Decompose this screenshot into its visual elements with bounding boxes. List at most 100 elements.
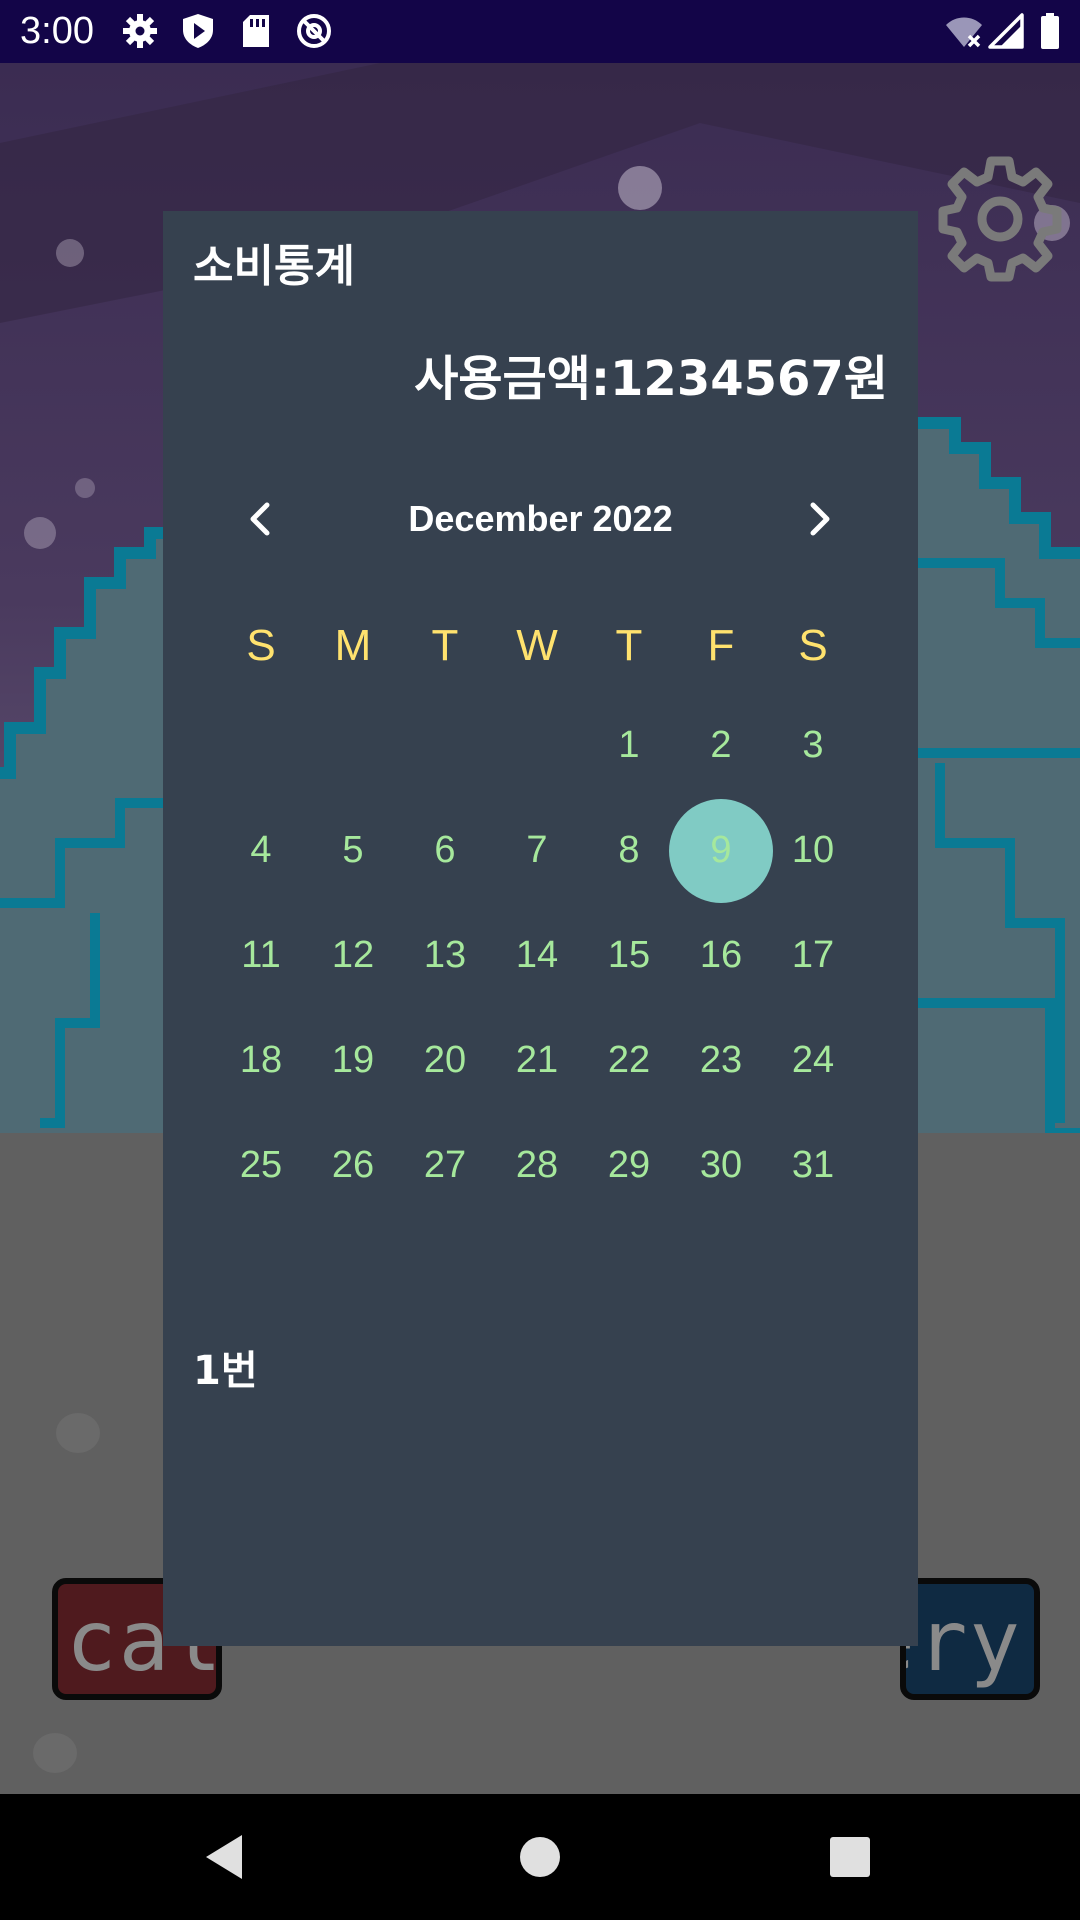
day-number: 1 xyxy=(618,724,640,766)
weekday-label: W xyxy=(516,621,558,670)
day-cell[interactable]: 31 xyxy=(767,1113,859,1218)
empty-day-cell xyxy=(491,693,583,798)
day-cell[interactable]: 2 xyxy=(675,693,767,798)
day-number: 11 xyxy=(241,934,281,976)
day-cell[interactable]: 18 xyxy=(215,1008,307,1113)
day-cell[interactable]: 10 xyxy=(767,798,859,903)
day-cell[interactable]: 29 xyxy=(583,1113,675,1218)
recents-button[interactable] xyxy=(820,1827,880,1887)
day-number: 22 xyxy=(607,1039,651,1081)
weekday-label: S xyxy=(798,621,828,670)
day-number: 18 xyxy=(239,1039,283,1081)
recents-square-icon xyxy=(830,1837,870,1877)
screen: 3:00 ca ry 소비통계 사용금액:1234567원 December 2… xyxy=(0,0,1080,1920)
day-cell[interactable]: 30 xyxy=(675,1113,767,1218)
weekday-label: F xyxy=(707,621,735,670)
back-button[interactable] xyxy=(195,1827,255,1887)
day-number: 26 xyxy=(331,1144,375,1186)
day-cell[interactable]: 28 xyxy=(491,1113,583,1218)
day-number: 15 xyxy=(607,934,651,976)
day-number: 27 xyxy=(423,1144,467,1186)
status-time: 3:00 xyxy=(20,10,94,52)
day-number: 21 xyxy=(515,1039,559,1081)
battery-icon xyxy=(1030,11,1070,51)
gallery-button[interactable]: ery xyxy=(900,1578,1040,1700)
day-number: 28 xyxy=(515,1144,559,1186)
day-number: 8 xyxy=(618,829,640,871)
day-cell[interactable]: 14 xyxy=(491,903,583,1008)
day-cell[interactable]: 25 xyxy=(215,1113,307,1218)
weekday-label: M xyxy=(334,621,372,670)
day-cell[interactable]: 16 xyxy=(675,903,767,1008)
day-cell[interactable]: 7 xyxy=(491,798,583,903)
weekday-header-row: S M T W T F S xyxy=(215,616,859,676)
day-cell[interactable]: 22 xyxy=(583,1008,675,1113)
next-month-button[interactable] xyxy=(789,489,849,549)
empty-day-cell xyxy=(399,693,491,798)
day-number: 16 xyxy=(699,934,743,976)
day-cell[interactable]: 6 xyxy=(399,798,491,903)
status-bar: 3:00 xyxy=(0,0,1080,63)
weekday-label: T xyxy=(615,621,643,670)
day-cell[interactable]: 20 xyxy=(399,1008,491,1113)
home-circle-icon xyxy=(520,1837,560,1877)
weekday-label: T xyxy=(431,621,459,670)
day-number: 13 xyxy=(423,934,467,976)
empty-day-cell xyxy=(215,693,307,798)
item-label: 1번 xyxy=(193,1348,258,1394)
gear-icon xyxy=(120,11,160,51)
wifi-off-icon xyxy=(944,11,984,51)
day-cell[interactable]: 5 xyxy=(307,798,399,903)
spending-stats-dialog: 소비통계 사용금액:1234567원 December 2022 S M T W… xyxy=(163,211,918,1646)
day-number: 17 xyxy=(791,934,835,976)
day-cell[interactable]: 19 xyxy=(307,1008,399,1113)
day-cell[interactable]: 8 xyxy=(583,798,675,903)
home-button[interactable] xyxy=(510,1827,570,1887)
day-cell[interactable]: 24 xyxy=(767,1008,859,1113)
day-number: 14 xyxy=(515,934,559,976)
empty-day-cell xyxy=(307,693,399,798)
dialog-title: 소비통계 xyxy=(193,241,355,292)
day-number: 19 xyxy=(331,1039,375,1081)
day-cell[interactable]: 1 xyxy=(583,693,675,798)
day-number: 3 xyxy=(802,724,824,766)
gallery-button-label: ery xyxy=(906,1592,1022,1690)
chevron-right-icon xyxy=(810,502,830,536)
shield-icon xyxy=(178,11,218,51)
day-cell[interactable]: 15 xyxy=(583,903,675,1008)
day-number: 10 xyxy=(791,829,835,871)
sd-card-icon xyxy=(236,11,276,51)
day-cell[interactable]: 17 xyxy=(767,903,859,1008)
day-number: 25 xyxy=(239,1144,283,1186)
day-number: 29 xyxy=(607,1144,651,1186)
day-cell[interactable]: 4 xyxy=(215,798,307,903)
day-number: 12 xyxy=(331,934,375,976)
spent-amount-text: 사용금액:1234567원 xyxy=(414,351,888,407)
day-cell[interactable]: 11 xyxy=(215,903,307,1008)
day-number: 5 xyxy=(342,829,364,871)
weekday-label: S xyxy=(246,621,276,670)
back-triangle-icon xyxy=(206,1835,242,1879)
day-number: 20 xyxy=(423,1039,467,1081)
day-cell[interactable]: 21 xyxy=(491,1008,583,1113)
day-cell[interactable]: 26 xyxy=(307,1113,399,1218)
day-number: 2 xyxy=(710,724,732,766)
day-cell[interactable]: 3 xyxy=(767,693,859,798)
day-number: 31 xyxy=(791,1144,835,1186)
day-cell[interactable]: 27 xyxy=(399,1113,491,1218)
signal-icon xyxy=(986,11,1026,51)
day-number: 24 xyxy=(791,1039,835,1081)
navigation-bar xyxy=(0,1794,1080,1920)
blocked-at-icon xyxy=(294,11,334,51)
day-cell[interactable]: 13 xyxy=(399,903,491,1008)
day-cell[interactable]: 23 xyxy=(675,1008,767,1113)
day-cell[interactable]: 12 xyxy=(307,903,399,1008)
day-number: 7 xyxy=(526,829,548,871)
settings-gear-icon[interactable] xyxy=(935,153,1065,283)
day-number: 9 xyxy=(669,798,773,903)
day-number: 23 xyxy=(699,1039,743,1081)
day-number: 4 xyxy=(250,829,272,871)
day-number: 30 xyxy=(699,1144,743,1186)
day-number: 6 xyxy=(434,829,456,871)
selected-day-cell[interactable]: 9 xyxy=(669,798,773,903)
